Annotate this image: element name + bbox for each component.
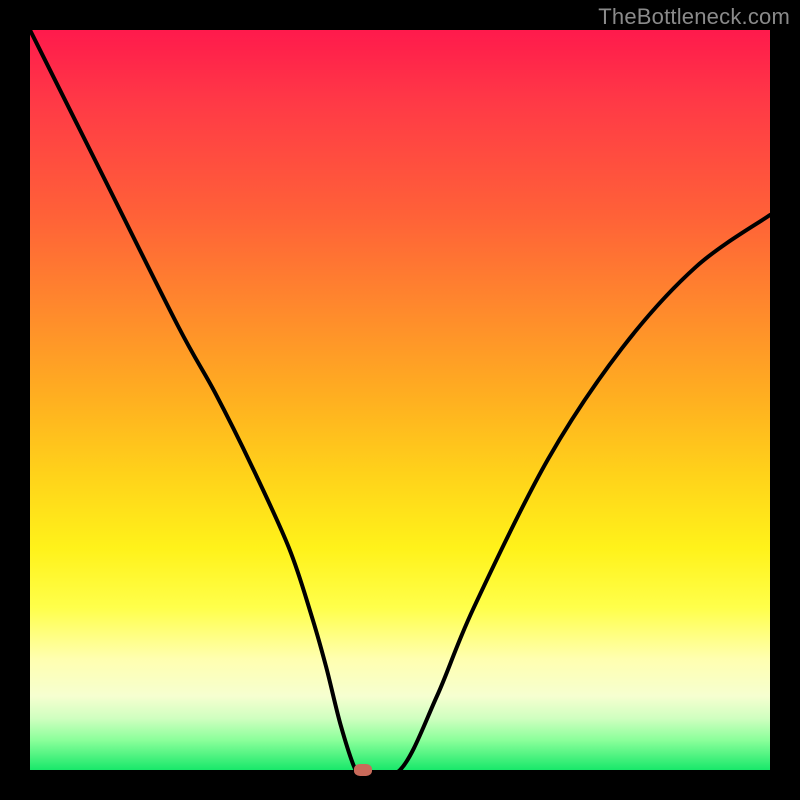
curve-svg	[30, 30, 770, 770]
chart-frame: TheBottleneck.com	[0, 0, 800, 800]
optimum-marker	[354, 764, 372, 776]
watermark-text: TheBottleneck.com	[598, 4, 790, 30]
plot-area	[30, 30, 770, 770]
bottleneck-curve	[30, 30, 770, 770]
